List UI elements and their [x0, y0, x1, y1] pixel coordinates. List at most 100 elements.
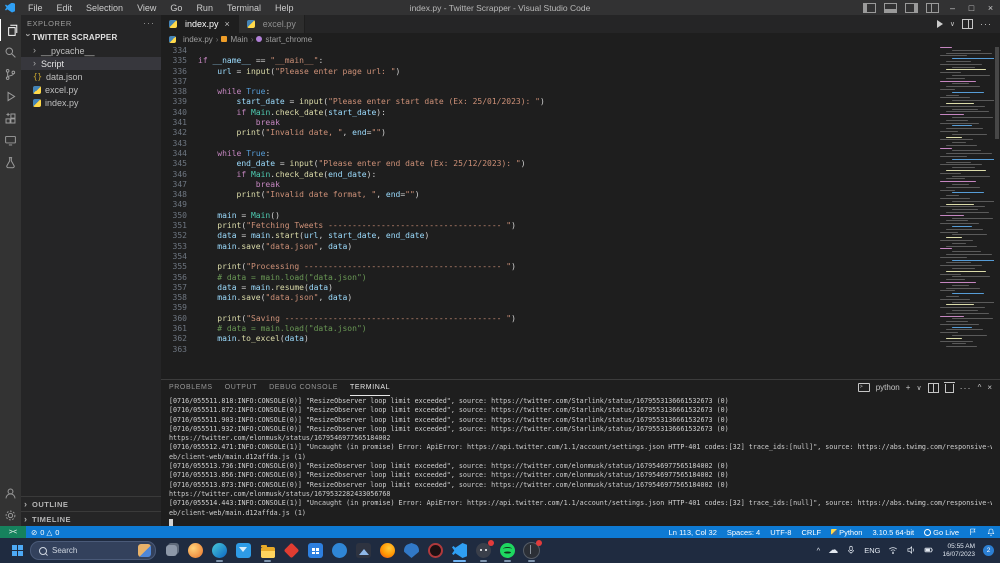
explorer-icon[interactable]	[0, 19, 22, 41]
feedback-icon[interactable]	[964, 528, 982, 536]
menu-selection[interactable]: Selection	[79, 3, 130, 13]
outline-section[interactable]: › OUTLINE	[21, 496, 161, 511]
taskbar-app-microsoft-store[interactable]	[307, 542, 324, 559]
extensions-icon[interactable]	[0, 107, 21, 129]
scrollbar-thumb[interactable]	[995, 47, 999, 139]
taskbar-search[interactable]: Search	[30, 541, 156, 560]
python-interpreter[interactable]: 3.10.5 64-bit	[867, 528, 919, 537]
toggle-secondary-sidebar-icon[interactable]	[905, 2, 918, 13]
split-terminal-icon[interactable]	[927, 382, 939, 393]
tree-item-index-py[interactable]: index.py	[21, 96, 161, 109]
accounts-icon[interactable]	[0, 482, 21, 504]
line-number: 341	[172, 118, 187, 128]
tree-item-__pycache__[interactable]: › __pycache__	[21, 44, 161, 57]
start-button[interactable]	[12, 545, 23, 556]
encoding[interactable]: UTF-8	[765, 528, 796, 537]
taskbar-app-discord[interactable]	[475, 540, 494, 562]
notification-count-badge[interactable]: 2	[983, 545, 994, 556]
run-debug-icon[interactable]	[0, 85, 21, 107]
maximize-button[interactable]: □	[962, 0, 981, 15]
close-panel-icon[interactable]: ×	[987, 383, 992, 392]
taskbar-app-mail[interactable]	[235, 542, 252, 559]
minimap-line	[940, 147, 952, 149]
taskbar-app-app-diamond[interactable]	[283, 542, 300, 559]
search-icon[interactable]	[0, 41, 21, 63]
terminal-options-chevron-icon[interactable]: ∨	[916, 384, 921, 392]
settings-gear-icon[interactable]	[0, 504, 21, 526]
remote-explorer-icon[interactable]	[0, 129, 21, 151]
indentation[interactable]: Spaces: 4	[722, 528, 765, 537]
taskbar-app-security-app[interactable]	[403, 542, 420, 559]
minimap[interactable]	[938, 45, 994, 379]
panel-tab-debug-console[interactable]: DEBUG CONSOLE	[269, 380, 338, 395]
terminal-output[interactable]: [0716/055511.818:INFO:CONSOLE(0)] "Resiz…	[161, 395, 1000, 526]
tree-item-excel-py[interactable]: excel.py	[21, 83, 161, 96]
taskbar-app-task-view[interactable]	[163, 542, 180, 559]
volume-icon[interactable]	[906, 545, 916, 557]
breadcrumb[interactable]: index.py › Main › start_chrome	[161, 33, 1000, 45]
taskbar-app-widgets[interactable]	[187, 542, 204, 559]
taskbar-app-game-app[interactable]	[523, 540, 542, 562]
toggle-panel-icon[interactable]	[884, 2, 897, 13]
taskbar-app-file-explorer[interactable]	[259, 542, 276, 562]
menu-go[interactable]: Go	[163, 3, 189, 13]
explorer-actions-icon[interactable]: ···	[143, 18, 155, 28]
tab-index-py[interactable]: index.py ×	[161, 15, 239, 33]
more-actions-icon[interactable]: ···	[980, 19, 992, 29]
testing-icon[interactable]	[0, 151, 21, 173]
shell-label[interactable]: python	[876, 383, 900, 392]
split-editor-icon[interactable]	[962, 19, 973, 29]
new-terminal-icon[interactable]: +	[906, 383, 911, 392]
notifications-bell-icon[interactable]	[982, 528, 1000, 536]
menu-help[interactable]: Help	[268, 3, 301, 13]
battery-icon[interactable]	[924, 545, 934, 557]
python-file-icon	[33, 98, 41, 107]
tab-excel-py[interactable]: excel.py	[238, 15, 305, 33]
taskbar-app-get-help[interactable]	[331, 542, 348, 559]
menu-edit[interactable]: Edit	[50, 3, 80, 13]
taskbar-app-edge[interactable]	[211, 542, 228, 562]
go-live-button[interactable]: Go Live	[919, 528, 964, 537]
panel-tab-output[interactable]: OUTPUT	[225, 380, 257, 395]
menu-run[interactable]: Run	[189, 3, 220, 13]
code-editor[interactable]: 334 335 if __name__ == "__main__": 336 url …	[161, 45, 1000, 379]
maximize-panel-icon[interactable]: ^	[978, 383, 982, 392]
clock[interactable]: 05:55 AM 16/07/2023	[942, 543, 975, 559]
tree-item-Script[interactable]: › Script	[21, 57, 161, 70]
tree-item-data-json[interactable]: {} data.json	[21, 70, 161, 83]
project-root-folder[interactable]: › TWITTER SCRAPPER	[21, 31, 161, 44]
language-mode[interactable]: Python	[826, 528, 867, 537]
minimize-button[interactable]: –	[943, 0, 962, 15]
taskbar-app-app-dark-ring[interactable]	[427, 542, 444, 559]
show-hidden-icons[interactable]: ^	[817, 546, 821, 555]
run-python-file-icon[interactable]	[936, 20, 943, 28]
toggle-sidebar-icon[interactable]	[863, 2, 876, 13]
eol-sequence[interactable]: CRLF	[796, 528, 826, 537]
menu-view[interactable]: View	[130, 3, 163, 13]
microphone-icon[interactable]	[846, 545, 856, 557]
editor-scrollbar[interactable]	[994, 45, 1000, 379]
wifi-icon[interactable]	[888, 545, 898, 557]
remote-indicator[interactable]: ><	[0, 526, 26, 538]
problems-indicator[interactable]: 0 0	[26, 528, 64, 537]
customize-layout-icon[interactable]	[926, 2, 939, 13]
close-window-button[interactable]: ×	[981, 0, 1000, 15]
minimap-line	[940, 323, 979, 325]
run-options-chevron-icon[interactable]: ∨	[950, 20, 955, 28]
panel-tab-problems[interactable]: PROBLEMS	[169, 380, 213, 395]
taskbar-app-vscode[interactable]	[451, 542, 468, 562]
taskbar-app-spotify[interactable]	[499, 542, 516, 562]
taskbar-app-firefox[interactable]	[379, 542, 396, 559]
menu-file[interactable]: File	[21, 3, 50, 13]
panel-tab-terminal[interactable]: TERMINAL	[349, 380, 391, 396]
language-indicator[interactable]: ENG	[864, 546, 880, 555]
taskbar-app-media-app[interactable]	[355, 542, 372, 559]
onedrive-cloud-icon[interactable]: ☁	[828, 545, 838, 556]
cursor-position[interactable]: Ln 113, Col 32	[664, 528, 722, 537]
close-tab-icon[interactable]: ×	[225, 19, 230, 29]
source-control-icon[interactable]	[0, 63, 21, 85]
kill-terminal-icon[interactable]	[943, 382, 955, 393]
timeline-section[interactable]: › TIMELINE	[21, 511, 161, 526]
menu-terminal[interactable]: Terminal	[220, 3, 268, 13]
panel-more-icon[interactable]: ···	[960, 383, 972, 393]
